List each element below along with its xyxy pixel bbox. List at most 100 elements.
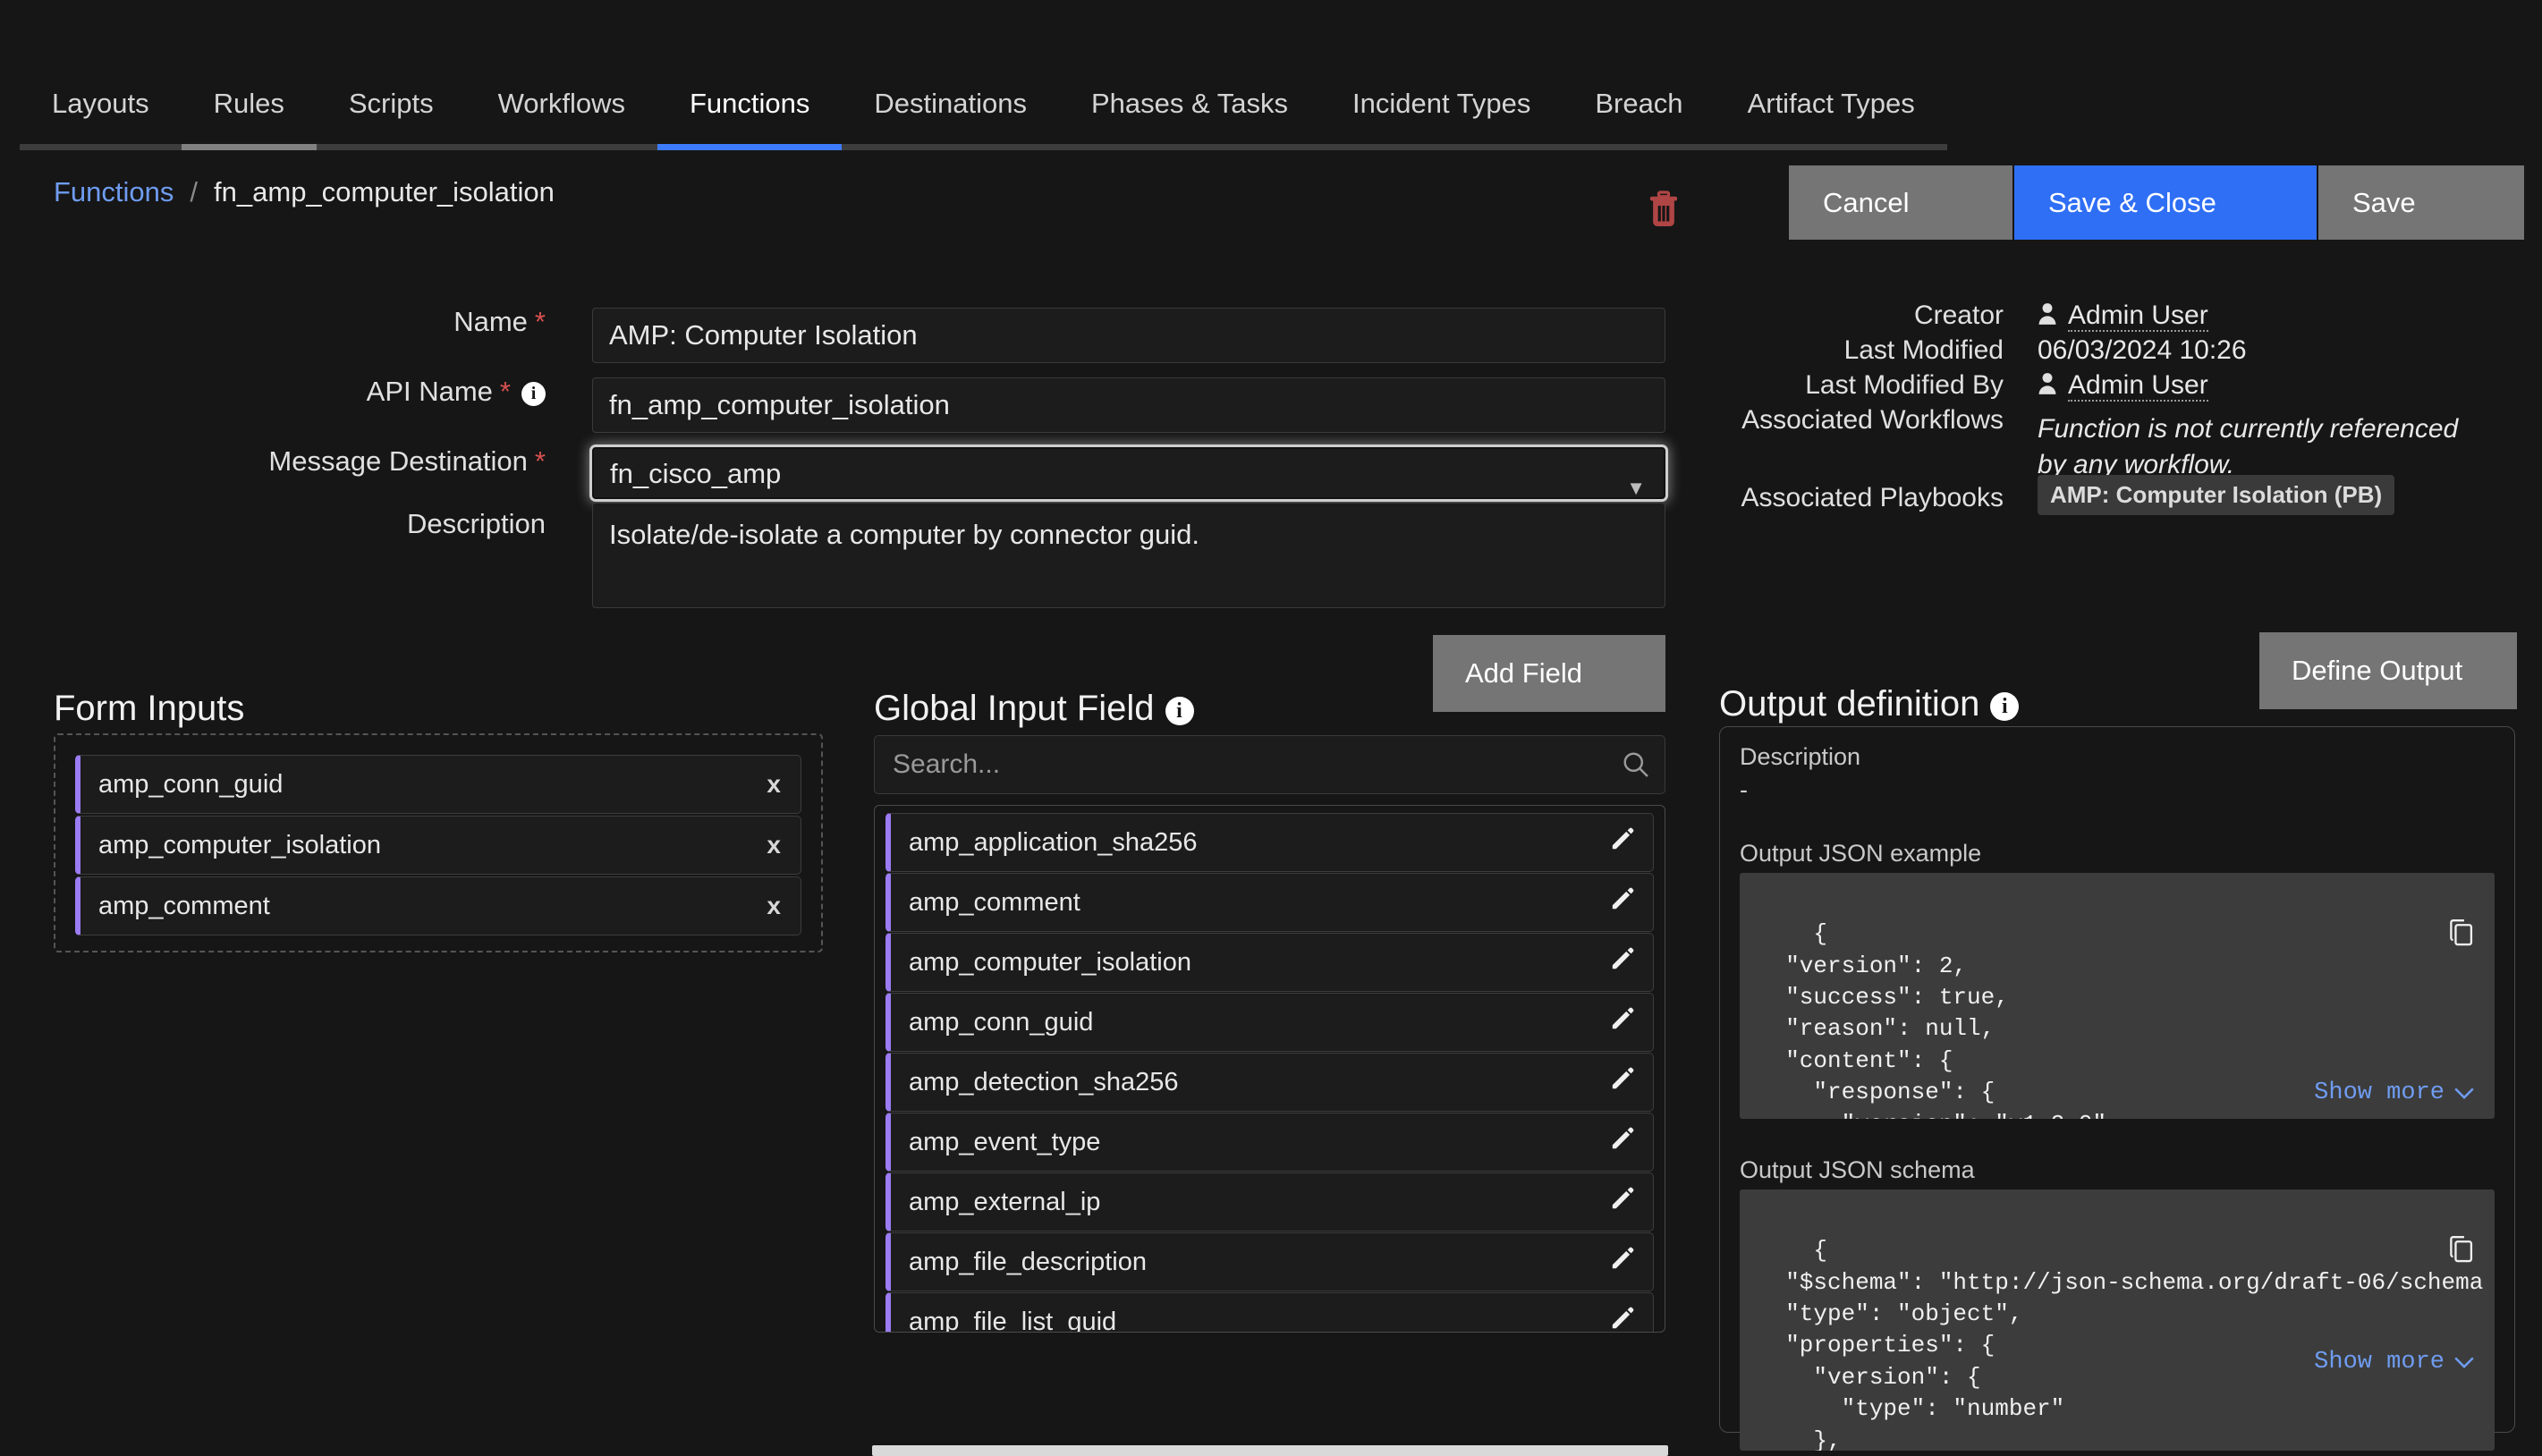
output-json-schema-show-more[interactable]: Show more: [2314, 1346, 2475, 1379]
horizontal-scrollbar[interactable]: [872, 1445, 1668, 1456]
copy-icon[interactable]: [2364, 1204, 2475, 1306]
output-json-schema-label: Output JSON schema: [1740, 1156, 1975, 1183]
tab-layouts[interactable]: Layouts: [20, 63, 182, 150]
global-field-row[interactable]: amp_external_ip: [885, 1172, 1654, 1232]
copy-icon[interactable]: [2364, 887, 2475, 989]
output-json-example-code[interactable]: { "version": 2, "success": true, "reason…: [1740, 873, 2495, 1119]
global-field-row[interactable]: amp_detection_sha256: [885, 1053, 1654, 1112]
global-field-label: amp_computer_isolation: [909, 947, 1191, 977]
edit-pencil-icon[interactable]: [1610, 1186, 1635, 1218]
edit-pencil-icon[interactable]: [1610, 1126, 1635, 1158]
creator-value: Admin User: [2038, 301, 2208, 333]
global-field-row[interactable]: amp_event_type: [885, 1113, 1654, 1172]
required-asterisk: *: [534, 445, 546, 477]
tab-workflows[interactable]: Workflows: [465, 63, 657, 150]
message-destination-select[interactable]: fn_cisco_amp ▼: [592, 447, 1665, 499]
api-name-input[interactable]: [592, 377, 1665, 433]
global-field-label: amp_file_description: [909, 1247, 1147, 1276]
global-field-row[interactable]: amp_file_description: [885, 1232, 1654, 1291]
chevron-down-icon: [2454, 1357, 2474, 1368]
info-icon[interactable]: i: [1990, 692, 2020, 721]
global-field-row[interactable]: amp_computer_isolation: [885, 933, 1654, 992]
tab-underline: [465, 144, 657, 150]
define-output-button[interactable]: Define Output: [2259, 632, 2517, 709]
associated-workflows-value: Function is not currently referenced by …: [2038, 414, 2459, 479]
form-inputs-dropzone[interactable]: amp_conn_guid x amp_computer_isolation x…: [54, 733, 823, 952]
remove-icon[interactable]: x: [767, 770, 781, 799]
edit-pencil-icon[interactable]: [1610, 946, 1635, 978]
chevron-down-icon: [2454, 1088, 2474, 1099]
tab-underline: [20, 144, 182, 150]
save-and-close-button[interactable]: Save & Close: [2014, 165, 2317, 240]
output-definition-title: Output definition i: [1719, 684, 2020, 724]
cancel-button[interactable]: Cancel: [1789, 165, 2012, 240]
tab-label: Scripts: [348, 88, 434, 119]
last-modified-by-value: Admin User: [2038, 370, 2208, 402]
delete-function-button[interactable]: [1647, 190, 1681, 228]
global-field-label: amp_application_sha256: [909, 827, 1198, 857]
search-icon[interactable]: [1623, 751, 1649, 778]
form-input-label: amp_comment: [98, 891, 270, 920]
remove-icon[interactable]: x: [767, 831, 781, 859]
info-icon[interactable]: i: [1165, 697, 1194, 725]
tab-underline: [1059, 144, 1320, 150]
output-description-value: -: [1740, 776, 1748, 803]
breadcrumb: Functions / fn_amp_computer_isolation: [54, 176, 555, 208]
creator-user-link[interactable]: Admin User: [2068, 301, 2208, 332]
edit-pencil-icon[interactable]: [1610, 1006, 1635, 1038]
associated-playbook-badge[interactable]: AMP: Computer Isolation (PB): [2038, 475, 2395, 515]
global-field-search-input[interactable]: [874, 735, 1665, 794]
show-more-label: Show more: [2314, 1349, 2445, 1376]
edit-pencil-icon[interactable]: [1610, 1306, 1635, 1332]
tab-incident-types[interactable]: Incident Types: [1319, 63, 1563, 150]
tab-rules[interactable]: Rules: [181, 63, 317, 150]
tab-underline: [1563, 144, 1716, 150]
person-icon: [2038, 302, 2057, 333]
tab-scripts[interactable]: Scripts: [316, 63, 466, 150]
form-input-chip[interactable]: amp_computer_isolation x: [75, 816, 801, 875]
global-input-field-title: Global Input Field i: [874, 689, 1194, 729]
tab-label: Incident Types: [1351, 88, 1531, 119]
info-icon[interactable]: i: [521, 382, 546, 406]
description-label: Description: [406, 508, 546, 539]
output-json-example-show-more[interactable]: Show more: [2314, 1077, 2475, 1110]
message-destination-value: fn_cisco_amp: [610, 458, 782, 489]
global-field-label: amp_external_ip: [909, 1187, 1101, 1216]
tab-breach[interactable]: Breach: [1563, 63, 1716, 150]
remove-icon[interactable]: x: [767, 892, 781, 920]
add-field-button[interactable]: Add Field: [1433, 635, 1665, 712]
save-button[interactable]: Save: [2318, 165, 2524, 240]
global-field-row[interactable]: amp_application_sha256: [885, 813, 1654, 872]
description-textarea[interactable]: Isolate/de-isolate a computer by connect…: [592, 503, 1665, 608]
breadcrumb-separator: /: [190, 176, 199, 207]
edit-pencil-icon[interactable]: [1610, 1066, 1635, 1098]
tab-label: Breach: [1595, 88, 1683, 119]
breadcrumb-functions-link[interactable]: Functions: [54, 176, 174, 208]
tab-underline: [842, 144, 1059, 150]
output-json-schema-code[interactable]: { "$schema": "http://json-schema.org/dra…: [1740, 1189, 2495, 1451]
last-modified-by-label: Last Modified By: [1805, 370, 2004, 400]
tab-functions[interactable]: Functions: [657, 63, 843, 150]
tab-artifact-types[interactable]: Artifact Types: [1715, 63, 1947, 150]
show-more-label: Show more: [2314, 1079, 2445, 1107]
edit-pencil-icon[interactable]: [1610, 1246, 1635, 1278]
tab-destinations[interactable]: Destinations: [842, 63, 1059, 150]
edit-pencil-icon[interactable]: [1610, 886, 1635, 918]
name-input[interactable]: [592, 308, 1665, 363]
form-input-label: amp_computer_isolation: [98, 830, 381, 859]
form-input-chip[interactable]: amp_conn_guid x: [75, 755, 801, 814]
edit-pencil-icon[interactable]: [1610, 826, 1635, 859]
message-destination-label: Message Destination *: [268, 445, 546, 477]
tab-phases-and-tasks[interactable]: Phases & Tasks: [1059, 63, 1320, 150]
name-label: Name *: [453, 306, 546, 337]
form-input-chip[interactable]: amp_comment x: [75, 876, 801, 935]
tab-label: Artifact Types: [1747, 88, 1915, 119]
global-input-field-list: amp_application_sha256 amp_comment amp_c…: [874, 805, 1665, 1333]
global-field-label: amp_comment: [909, 887, 1080, 917]
output-json-example-label: Output JSON example: [1740, 840, 1982, 867]
global-field-row[interactable]: amp_file_list_guid: [885, 1292, 1654, 1332]
last-modified-by-user-link[interactable]: Admin User: [2068, 370, 2208, 402]
global-field-row[interactable]: amp_conn_guid: [885, 993, 1654, 1052]
global-field-row[interactable]: amp_comment: [885, 873, 1654, 932]
required-asterisk: *: [534, 306, 546, 337]
